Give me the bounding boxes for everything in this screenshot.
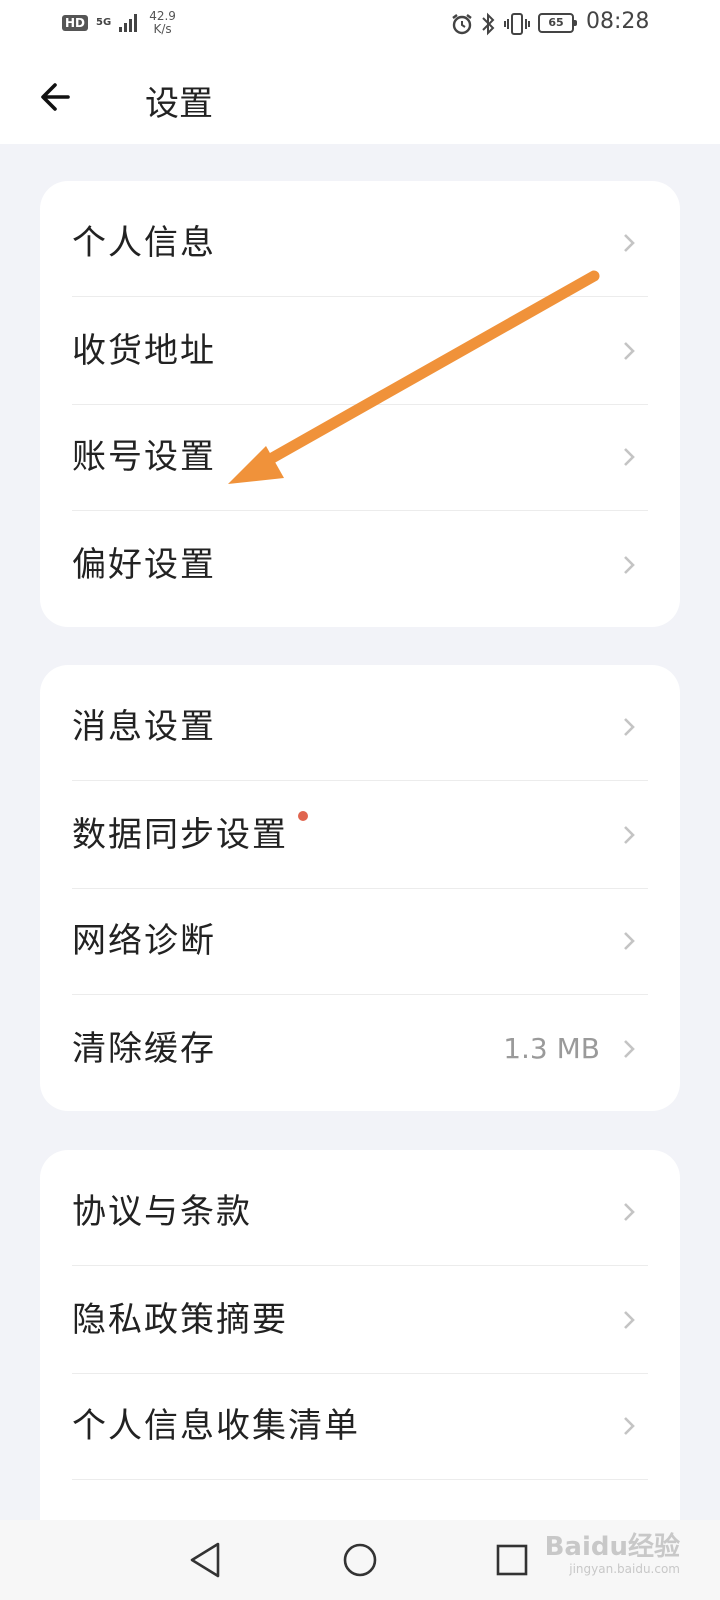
back-arrow-icon[interactable] xyxy=(36,74,76,120)
row-network-diagnosis[interactable]: 网络诊断 xyxy=(72,887,648,995)
cache-size: 1.3 MB xyxy=(503,1032,600,1065)
navigation-bar: Baidu经验 jingyan.baidu.com xyxy=(0,1520,720,1600)
row-privacy-summary[interactable]: 隐私政策摘要 xyxy=(72,1266,648,1374)
row-terms[interactable]: 协议与条款 xyxy=(72,1158,648,1266)
row-message-settings[interactable]: 消息设置 xyxy=(72,673,648,781)
status-left: HD 5G 42.9 K/s xyxy=(62,10,176,36)
settings-screen: HD 5G 42.9 K/s 65 08:28 设置 个人信息 收货地址 账号设… xyxy=(0,0,720,1600)
settings-group-legal: 协议与条款 隐私政策摘要 个人信息收集清单 xyxy=(40,1150,680,1550)
signal-icon xyxy=(119,14,138,32)
row-shipping-address[interactable]: 收货地址 xyxy=(72,297,648,405)
chevron-right-icon xyxy=(624,1040,635,1058)
alarm-icon xyxy=(452,14,472,35)
vibrate-icon xyxy=(504,13,530,35)
row-label: 账号设置 xyxy=(72,437,216,477)
row-label: 数据同步设置 xyxy=(72,815,288,855)
row-label: 偏好设置 xyxy=(72,545,216,585)
chevron-right-icon xyxy=(624,1417,635,1435)
chevron-right-icon xyxy=(624,718,635,736)
row-preference-settings[interactable]: 偏好设置 xyxy=(72,511,648,619)
watermark-sub: jingyan.baidu.com xyxy=(569,1562,680,1576)
nav-recents-icon[interactable] xyxy=(490,1538,534,1582)
settings-group-account: 个人信息 收货地址 账号设置 偏好设置 xyxy=(40,181,680,627)
chevron-right-icon xyxy=(624,826,635,844)
network-speed: 42.9 K/s xyxy=(149,10,176,36)
row-label: 清除缓存 xyxy=(72,1029,216,1069)
baidu-watermark: Baidu经验 jingyan.baidu.com xyxy=(545,1532,680,1576)
chevron-right-icon xyxy=(624,234,635,252)
row-label: 网络诊断 xyxy=(72,921,216,961)
row-label: 收货地址 xyxy=(72,331,216,371)
row-clear-cache[interactable]: 清除缓存 1.3 MB xyxy=(72,995,648,1103)
chevron-right-icon xyxy=(624,1203,635,1221)
row-label: 消息设置 xyxy=(72,707,216,747)
chevron-right-icon xyxy=(624,1311,635,1329)
status-bar: HD 5G 42.9 K/s 65 08:28 xyxy=(0,0,720,50)
row-label: 协议与条款 xyxy=(72,1192,252,1232)
chevron-right-icon xyxy=(624,448,635,466)
network-speed-unit: K/s xyxy=(153,22,172,36)
battery-icon: 65 xyxy=(538,13,577,33)
settings-group-system: 消息设置 数据同步设置 网络诊断 清除缓存 1.3 MB xyxy=(40,665,680,1111)
page-title: 设置 xyxy=(145,84,213,124)
watermark-main: Baidu经验 xyxy=(544,1532,680,1562)
row-data-sync-settings[interactable]: 数据同步设置 xyxy=(72,781,648,889)
row-account-settings[interactable]: 账号设置 xyxy=(72,403,648,511)
bluetooth-icon xyxy=(482,12,495,36)
row-personal-info[interactable]: 个人信息 xyxy=(72,189,648,297)
notification-dot xyxy=(298,811,308,821)
network-type: 5G xyxy=(96,17,112,28)
battery-level: 65 xyxy=(548,16,564,29)
hd-indicator: HD xyxy=(62,15,89,31)
nav-back-icon[interactable] xyxy=(184,1538,228,1582)
status-time: 08:28 xyxy=(586,9,650,34)
chevron-right-icon xyxy=(624,932,635,950)
app-header: 设置 xyxy=(0,50,720,144)
chevron-right-icon xyxy=(624,342,635,360)
row-label: 个人信息 xyxy=(72,223,216,263)
nav-home-icon[interactable] xyxy=(338,1538,382,1582)
chevron-right-icon xyxy=(624,556,635,574)
row-personal-info-list[interactable]: 个人信息收集清单 xyxy=(72,1372,648,1480)
row-label: 个人信息收集清单 xyxy=(72,1406,360,1446)
row-label: 隐私政策摘要 xyxy=(72,1300,288,1340)
